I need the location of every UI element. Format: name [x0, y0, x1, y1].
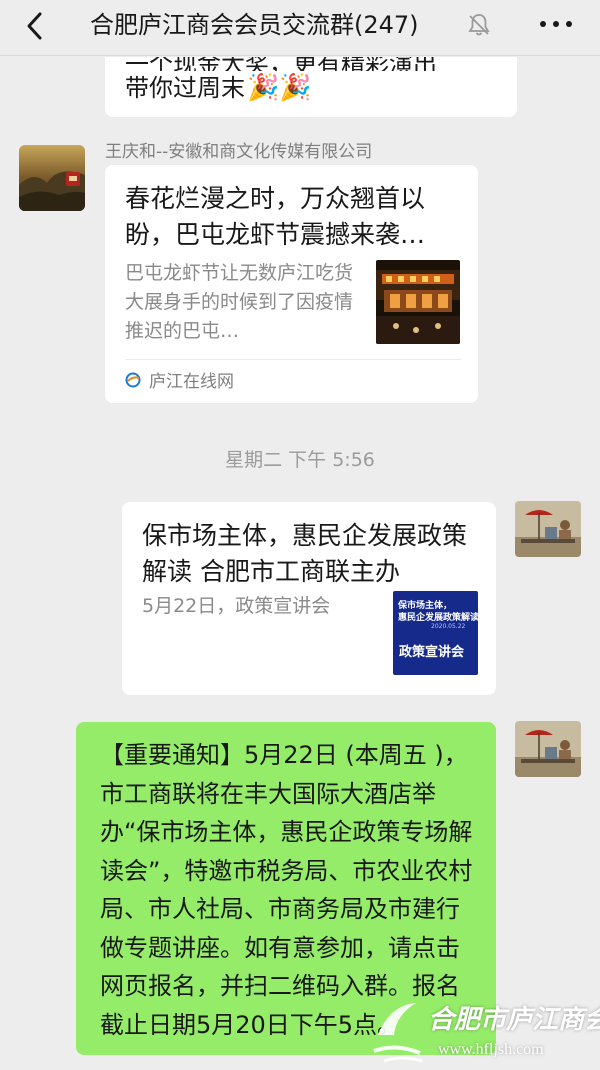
more-icon-dot: [566, 21, 572, 27]
sender-avatar[interactable]: [19, 145, 85, 211]
article-card[interactable]: 春花烂漫之时，万众翘首以盼，巴屯龙虾节震撼来袭… 巴屯龙虾节让无数庐江吃货大展身…: [105, 165, 478, 403]
more-icon-dot: [553, 21, 559, 27]
watermark: 合肥市庐江商会 www.hfljsh.com: [373, 995, 600, 1070]
watermark-text: 合肥市庐江商会: [428, 1005, 600, 1035]
article-title: 春花烂漫之时，万众翘首以盼，巴屯龙虾节震撼来袭…: [125, 184, 426, 249]
article-thumbnail: 保市场主体， 惠民企发展政策解读 2020.05.22 政策宣讲会: [393, 591, 478, 675]
bell-off-icon: [466, 12, 492, 38]
thumbnail-date: 2020.05.22: [431, 623, 466, 630]
chat-title: 合肥庐江商会会员交流群(247): [90, 11, 419, 39]
message-text: 带你过周末: [125, 74, 245, 102]
thumbnail-title: 政策宣讲会: [399, 645, 465, 660]
message-text: 一个现金大奖，更有精彩演出: [125, 57, 437, 71]
thumbnail-text: 惠民企发展政策解读: [398, 613, 478, 623]
my-avatar[interactable]: [515, 721, 581, 777]
watermark-url: www.hfljsh.com: [438, 1041, 544, 1058]
article-card[interactable]: 保市场主体，惠民企发展政策解读 合肥市工商联主办 5月22日，政策宣讲会 保市场…: [122, 502, 496, 695]
article-source-name: 庐江在线网: [149, 372, 234, 392]
chevron-left-icon: [27, 12, 42, 40]
article-description: 巴屯龙虾节让无数庐江吃货大展身手的时候到了因疫情推迟的巴屯…: [125, 262, 354, 342]
time-separator: 星期二 下午 5:56: [225, 449, 375, 471]
wave-logo-icon: [373, 1003, 423, 1063]
back-button[interactable]: [22, 8, 52, 44]
card-divider: [125, 359, 461, 360]
article-source: 庐江在线网: [125, 367, 234, 392]
more-icon-dot: [540, 21, 546, 27]
more-button[interactable]: [536, 8, 576, 40]
chat-header: 合肥庐江商会会员交流群(247): [0, 0, 600, 56]
text-message-bubble[interactable]: 一个现金大奖，更有精彩演出 带你过周末 🎉🎉: [105, 57, 517, 117]
message-list[interactable]: 一个现金大奖，更有精彩演出 带你过周末 🎉🎉 王庆和--安徽和商文化传媒有限公司…: [0, 57, 600, 1070]
sender-name: 王庆和--安徽和商文化传媒有限公司: [105, 142, 373, 162]
my-avatar[interactable]: [515, 501, 581, 557]
globe-icon: [125, 372, 141, 387]
article-thumbnail: [376, 260, 460, 344]
party-popper-emoji: 🎉🎉: [247, 73, 312, 103]
article-title: 保市场主体，惠民企发展政策解读 合肥市工商联主办: [142, 521, 468, 586]
